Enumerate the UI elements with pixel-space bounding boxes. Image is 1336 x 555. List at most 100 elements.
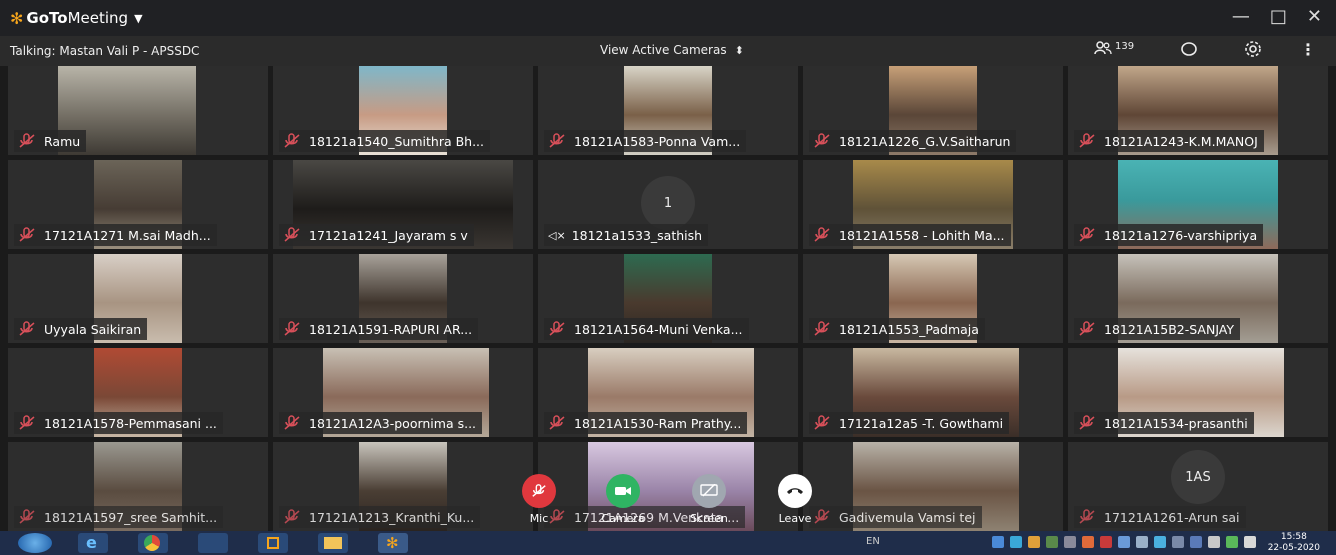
tray-icon[interactable] [1064, 536, 1076, 548]
muted-mic-icon [522, 474, 556, 508]
participant-tile[interactable]: 18121A1564-Muni Venka... [538, 254, 798, 343]
tray-icon[interactable] [1226, 536, 1238, 548]
system-clock[interactable]: 15:58 22-05-2020 [1268, 532, 1320, 554]
muted-mic-icon [19, 509, 35, 524]
view-cameras-label: View Active Cameras [600, 43, 727, 57]
chrome-icon[interactable] [138, 533, 168, 553]
tray-icon[interactable] [1082, 536, 1094, 548]
muted-mic-icon [284, 321, 300, 336]
muted-mic-icon [814, 321, 830, 336]
participant-tile[interactable]: 18121A1578-Pemmasani ... [8, 348, 268, 437]
tray-icon[interactable] [1190, 536, 1202, 548]
tray-icon[interactable] [1046, 536, 1058, 548]
participant-tile[interactable]: 18121A1243-K.M.MANOJ [1068, 66, 1328, 155]
file-manager-icon[interactable] [198, 533, 228, 553]
participant-tile[interactable]: 18121A1530-Ram Prathy... [538, 348, 798, 437]
muted-mic-icon [814, 133, 830, 148]
participant-tile[interactable]: 18121A12A3-poornima s... [273, 348, 533, 437]
windows-start-icon[interactable] [18, 533, 52, 553]
participant-tile[interactable]: 17121A1213_Kranthi_Ku... [273, 442, 533, 531]
leave-button[interactable]: Leave [772, 474, 818, 525]
muted-mic-icon [1079, 133, 1095, 148]
participant-tile[interactable]: 18121a1540_Sumithra Bh... [273, 66, 533, 155]
participant-tile[interactable]: 18121A1226_G.V.Saitharun [803, 66, 1063, 155]
participant-name: 18121A1578-Pemmasani ... [44, 415, 217, 431]
participant-tile[interactable]: 17121a1241_Jayaram s v [273, 160, 533, 249]
participant-tile[interactable]: 18121A15B2-SANJAY [1068, 254, 1328, 343]
participant-tile[interactable]: 17121a12a5 -T. Gowthami [803, 348, 1063, 437]
folder-icon[interactable] [318, 533, 348, 553]
more-options-icon[interactable]: ⋮ [1300, 40, 1316, 59]
network-icon[interactable] [1208, 536, 1220, 548]
clock-date: 22-05-2020 [1267, 543, 1320, 553]
participant-name: 18121A1597_sree Samhit... [44, 509, 218, 525]
muted-mic-icon [1079, 227, 1095, 242]
view-active-cameras-dropdown[interactable]: View Active Cameras ⬍ [600, 43, 744, 57]
participant-name: 17121a12a5 -T. Gowthami [839, 415, 1004, 431]
muted-mic-icon [1079, 321, 1095, 336]
participant-name: 18121a1276-varshipriya [1104, 227, 1258, 243]
talking-indicator: Talking: Mastan Vali P - APSSDC [10, 44, 200, 58]
participant-name-tag: 18121A1564-Muni Venka... [544, 318, 749, 340]
muted-mic-icon [549, 133, 565, 148]
tray-icon[interactable] [1010, 536, 1022, 548]
participant-tile[interactable]: Ramu [8, 66, 268, 155]
screen-share-button[interactable]: Screen [686, 474, 732, 525]
people-icon [1094, 41, 1112, 55]
chat-icon[interactable] [1180, 40, 1198, 62]
app-logo-menu[interactable]: ✻ GoTo Meeting ▼ [10, 9, 143, 28]
participant-name: Gadivemula Vamsi tej [839, 509, 976, 525]
participant-name: 18121a1533_sathish [571, 227, 703, 243]
media-player-icon[interactable] [258, 533, 288, 553]
participant-name: Uyyala Saikiran [44, 321, 142, 337]
participant-name-tag: 18121A1578-Pemmasani ... [14, 412, 223, 434]
muted-mic-icon [284, 133, 300, 148]
tray-icon[interactable] [1118, 536, 1130, 548]
gear-icon[interactable] [1244, 40, 1262, 62]
participant-tile[interactable]: 18121A1591-RAPURI AR... [273, 254, 533, 343]
participant-tile[interactable]: Gadivemula Vamsi tej [803, 442, 1063, 531]
gotomeeting-taskbar-icon[interactable]: ✻ [378, 533, 408, 553]
camera-button[interactable]: Camera [600, 474, 646, 525]
participant-tile[interactable]: 1AS 17121A1261-Arun sai [1068, 442, 1328, 531]
participant-name: 18121A1226_G.V.Saitharun [839, 133, 1011, 149]
participant-tile[interactable]: 18121a1276-varshipriya [1068, 160, 1328, 249]
tray-icon[interactable] [992, 536, 1004, 548]
mic-button[interactable]: Mic [516, 474, 562, 525]
brand-meeting: Meeting [67, 9, 129, 27]
participant-name-tag: 18121A1553_Padmaja [809, 318, 985, 340]
participant-tile[interactable]: 17121A1271 M.sai Madh... [8, 160, 268, 249]
muted-mic-icon [19, 133, 35, 148]
attendees-button[interactable]: 139 [1094, 41, 1134, 55]
tray-icon[interactable] [1100, 536, 1112, 548]
participant-name: 18121A1564-Muni Venka... [574, 321, 743, 337]
participant-tile[interactable]: 18121A1558 - Lohith Ma... [803, 160, 1063, 249]
participant-tile[interactable]: 18121A1534-prasanthi [1068, 348, 1328, 437]
tray-icon[interactable] [1172, 536, 1184, 548]
minimize-button[interactable]: — [1232, 6, 1250, 27]
participant-name-tag: Gadivemula Vamsi tej [809, 506, 982, 528]
tray-icon[interactable] [1136, 536, 1148, 548]
participant-tile[interactable]: 18121A1553_Padmaja [803, 254, 1063, 343]
participant-tile[interactable]: 18121A1597_sree Samhit... [8, 442, 268, 531]
participant-name-tag: 17121A1261-Arun sai [1074, 506, 1246, 528]
close-button[interactable]: ✕ [1307, 6, 1322, 27]
screen-share-icon [692, 474, 726, 508]
participant-name: 18121A1583-Ponna Vam... [574, 133, 741, 149]
participant-tile[interactable]: 1 ◁× 18121a1533_sathish [538, 160, 798, 249]
participant-name: 18121a1540_Sumithra Bh... [309, 133, 485, 149]
muted-mic-icon [549, 415, 565, 430]
participant-tile[interactable]: Uyyala Saikiran [8, 254, 268, 343]
internet-explorer-icon[interactable]: e [78, 533, 108, 553]
gotomeeting-logo-icon: ✻ [10, 8, 24, 28]
tray-icon[interactable] [1154, 536, 1166, 548]
muted-mic-icon [814, 415, 830, 430]
language-indicator[interactable]: EN [866, 536, 880, 547]
volume-icon[interactable] [1244, 536, 1256, 548]
muted-mic-icon [1079, 509, 1095, 524]
screen-label: Screen [690, 512, 728, 525]
os-taskbar: e ✻ EN 15:58 22-05-2020 [0, 531, 1336, 555]
tray-icon[interactable] [1028, 536, 1040, 548]
participant-tile[interactable]: 18121A1583-Ponna Vam... [538, 66, 798, 155]
maximize-button[interactable]: □ [1270, 6, 1287, 27]
